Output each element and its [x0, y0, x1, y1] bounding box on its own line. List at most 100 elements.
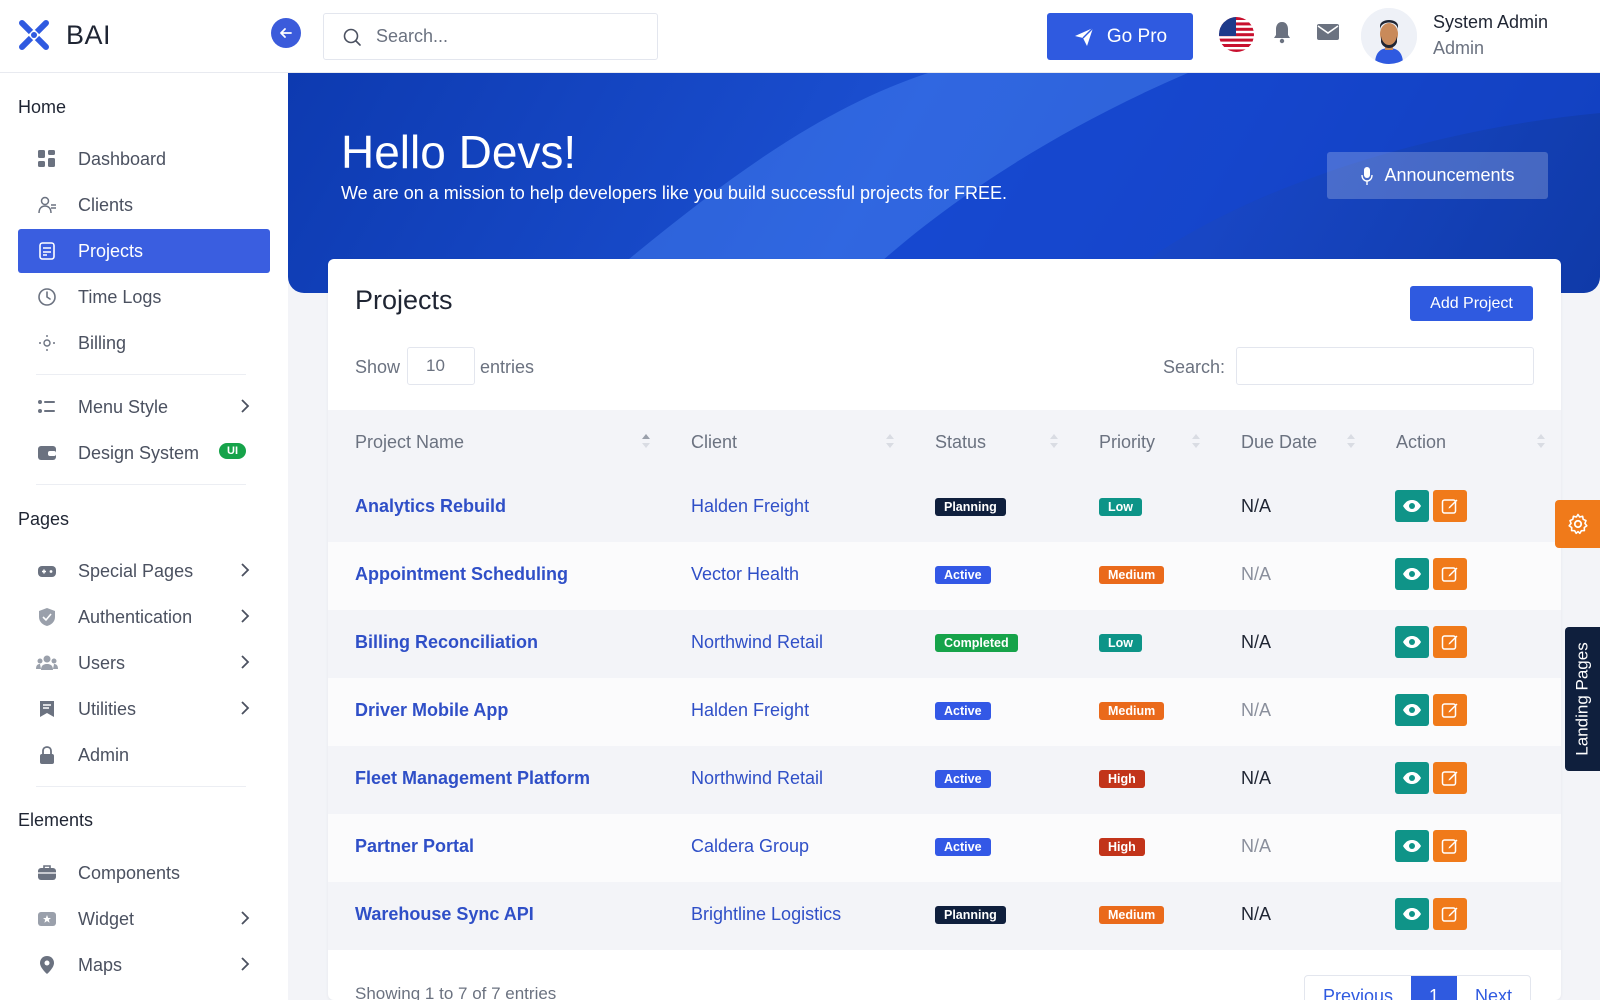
project-name-link[interactable]: Partner Portal: [355, 836, 474, 857]
client-link[interactable]: Caldera Group: [691, 836, 809, 857]
view-button[interactable]: [1395, 490, 1429, 522]
client-link[interactable]: Halden Freight: [691, 700, 809, 721]
user-role: Admin: [1433, 38, 1485, 58]
user-avatar[interactable]: [1361, 8, 1417, 64]
edit-button[interactable]: [1433, 762, 1467, 794]
client-link[interactable]: Brightline Logistics: [691, 904, 841, 925]
sun-icon: [36, 332, 58, 354]
project-name-link[interactable]: Appointment Scheduling: [355, 564, 568, 585]
view-button[interactable]: [1395, 898, 1429, 930]
table-row: Warehouse Sync API Brightline Logistics …: [328, 882, 1561, 950]
project-name-link[interactable]: Fleet Management Platform: [355, 768, 590, 789]
client-link[interactable]: Northwind Retail: [691, 632, 823, 653]
due-date: N/A: [1241, 496, 1272, 516]
column-header-project-name[interactable]: Project Name: [355, 432, 464, 453]
table-info-text: Showing 1 to 7 of 7 entries: [355, 984, 557, 1000]
messages-mail-icon[interactable]: [1316, 22, 1340, 47]
sort-icon[interactable]: [1346, 432, 1356, 450]
sidebar-item-utilities[interactable]: Utilities: [18, 687, 270, 731]
view-button[interactable]: [1395, 762, 1429, 794]
edit-button[interactable]: [1433, 490, 1467, 522]
table-row: Billing Reconciliation Northwind Retail …: [328, 610, 1561, 678]
column-header-priority[interactable]: Priority: [1099, 432, 1155, 453]
view-button[interactable]: [1395, 558, 1429, 590]
sidebar-item-billing[interactable]: Billing: [18, 321, 270, 365]
edit-button[interactable]: [1433, 626, 1467, 658]
due-date: N/A: [1241, 836, 1272, 856]
user-name[interactable]: System Admin: [1433, 12, 1548, 33]
sort-icon[interactable]: [641, 432, 651, 450]
notifications-bell-icon[interactable]: [1272, 20, 1292, 49]
status-badge: Active: [935, 770, 991, 788]
pagination-page-1[interactable]: 1: [1411, 976, 1458, 1000]
go-pro-button[interactable]: Go Pro: [1047, 13, 1193, 60]
edit-button[interactable]: [1433, 898, 1467, 930]
view-button[interactable]: [1395, 830, 1429, 862]
edit-button[interactable]: [1433, 830, 1467, 862]
theme-settings-button[interactable]: [1555, 500, 1600, 548]
sort-icon[interactable]: [1191, 432, 1201, 450]
search-input[interactable]: [376, 26, 636, 47]
clock-icon: [36, 286, 58, 308]
sidebar-item-time-logs[interactable]: Time Logs: [18, 275, 270, 319]
column-header-due-date[interactable]: Due Date: [1241, 432, 1317, 453]
sidebar-item-menu-style[interactable]: Menu Style: [18, 385, 270, 429]
view-button[interactable]: [1395, 626, 1429, 658]
priority-badge: Medium: [1099, 702, 1165, 720]
column-header-status[interactable]: Status: [935, 432, 986, 453]
eye-icon: [1403, 908, 1421, 920]
sort-icon[interactable]: [1536, 432, 1546, 450]
sidebar-item-admin[interactable]: Admin: [18, 733, 270, 777]
star-icon: [36, 908, 58, 930]
sidebar-item-design-system[interactable]: Design System UI: [18, 431, 270, 475]
project-name-link[interactable]: Warehouse Sync API: [355, 904, 534, 925]
landing-pages-tab[interactable]: Landing Pages: [1565, 627, 1600, 771]
client-link[interactable]: Halden Freight: [691, 496, 809, 517]
sidebar-section-pages: Pages: [18, 509, 70, 529]
sidebar-item-special-pages[interactable]: Special Pages: [18, 549, 270, 593]
sort-icon[interactable]: [885, 432, 895, 450]
priority-badge: Low: [1099, 634, 1142, 652]
table-search-input[interactable]: [1236, 347, 1534, 385]
pagination-previous[interactable]: Previous: [1305, 976, 1411, 1000]
sidebar-collapse-button[interactable]: [271, 18, 301, 48]
sidebar-item-widget[interactable]: Widget: [18, 897, 270, 941]
due-date: N/A: [1241, 904, 1272, 924]
announcements-button[interactable]: Announcements: [1327, 152, 1548, 199]
sidebar-item-dashboard[interactable]: Dashboard: [18, 137, 270, 181]
sidebar-item-maps[interactable]: Maps: [18, 943, 270, 987]
sidebar-item-users[interactable]: Users: [18, 641, 270, 685]
entries-label: entries: [480, 357, 535, 377]
column-header-client[interactable]: Client: [691, 432, 737, 453]
view-button[interactable]: [1395, 694, 1429, 726]
sidebar-divider: [36, 786, 246, 787]
project-name-link[interactable]: Analytics Rebuild: [355, 496, 506, 517]
column-header-action[interactable]: Action: [1396, 432, 1446, 453]
project-name-link[interactable]: Billing Reconciliation: [355, 632, 538, 653]
edit-button[interactable]: [1433, 694, 1467, 726]
go-pro-label: Go Pro: [1106, 25, 1168, 47]
sidebar-item-clients[interactable]: Clients: [18, 183, 270, 227]
add-project-button[interactable]: Add Project: [1410, 286, 1533, 321]
sidebar-section-home: Home: [18, 97, 67, 117]
edit-icon: [1441, 703, 1458, 718]
due-date: N/A: [1241, 700, 1272, 720]
entries-per-page-select[interactable]: 10: [407, 347, 475, 385]
brand[interactable]: BAI: [16, 17, 111, 53]
project-name-link[interactable]: Driver Mobile App: [355, 700, 508, 721]
edit-button[interactable]: [1433, 558, 1467, 590]
sidebar-item-components[interactable]: Components: [18, 851, 270, 895]
pagination-next[interactable]: Next: [1457, 976, 1530, 1000]
sidebar-item-projects[interactable]: Projects: [18, 229, 270, 273]
lock-icon: [36, 744, 58, 766]
global-search[interactable]: [323, 13, 658, 60]
language-flag-icon[interactable]: [1219, 17, 1254, 52]
sort-icon[interactable]: [1049, 432, 1059, 450]
sidebar-item-authentication[interactable]: Authentication: [18, 595, 270, 639]
client-link[interactable]: Vector Health: [691, 564, 799, 585]
client-link[interactable]: Northwind Retail: [691, 768, 823, 789]
edit-icon: [1441, 771, 1458, 786]
sidebar-item-label: Special Pages: [78, 560, 194, 581]
top-bar: BAI Go Pro: [0, 0, 1600, 73]
grid-icon: [36, 148, 58, 170]
